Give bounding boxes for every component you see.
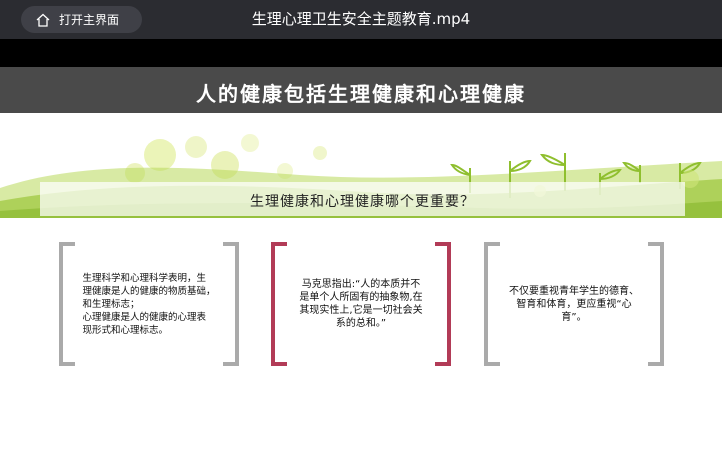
player-top-bar: 打开主界面 生理心理卫生安全主题教育.mp4 bbox=[0, 0, 722, 39]
card-line: 和生理标志； bbox=[82, 298, 140, 310]
card-text: 不仅要重视青年学生的德育、 智育和体育，更应重视“心 育”。 bbox=[498, 242, 650, 366]
card-line: 现形式和心理标志。 bbox=[82, 324, 168, 336]
slide-title: 人的健康包括生理健康和心理健康 bbox=[196, 82, 526, 106]
info-card-marx-quote: 马克思指出:“人的本质并不 是单个人所固有的抽象物,在 其现实性上,它是一切社会… bbox=[271, 241, 451, 367]
slide-banner: 人的健康包括生理健康和心理健康 bbox=[0, 67, 722, 113]
card-line: 理健康是人的健康的物质基础， bbox=[82, 285, 216, 297]
card-line: 育”。 bbox=[561, 311, 587, 323]
card-line: 其现实性上,它是一切社会关 bbox=[299, 305, 423, 316]
slide-question: 生理健康和心理健康哪个更重要？ bbox=[250, 194, 475, 210]
card-line: 生理科学和心理科学表明，生 bbox=[82, 272, 206, 284]
card-line: 是单个人所固有的抽象物,在 bbox=[299, 292, 423, 303]
card-line: 马克思指出:“人的本质并不 bbox=[301, 279, 421, 290]
video-letterbox bbox=[0, 39, 722, 67]
card-text: 马克思指出:“人的本质并不 是单个人所固有的抽象物,在 其现实性上,它是一切社会… bbox=[285, 242, 437, 366]
card-line: 智育和体育，更应重视“心 bbox=[516, 298, 632, 310]
card-line: 系的总和。” bbox=[335, 318, 387, 329]
video-title: 生理心理卫生安全主题教育.mp4 bbox=[251, 10, 471, 28]
card-text: 生理科学和心理科学表明，生 理健康是人的健康的物质基础， 和生理标志； 心理健康… bbox=[73, 242, 225, 366]
card-line: 不仅要重视青年学生的德育、 bbox=[509, 285, 639, 297]
info-card-education: 不仅要重视青年学生的德育、 智育和体育，更应重视“心 育”。 bbox=[484, 241, 664, 367]
info-card-physiology: 生理科学和心理科学表明，生 理健康是人的健康的物质基础， 和生理标志； 心理健康… bbox=[59, 241, 239, 367]
card-line: 心理健康是人的健康的心理表 bbox=[82, 311, 206, 323]
